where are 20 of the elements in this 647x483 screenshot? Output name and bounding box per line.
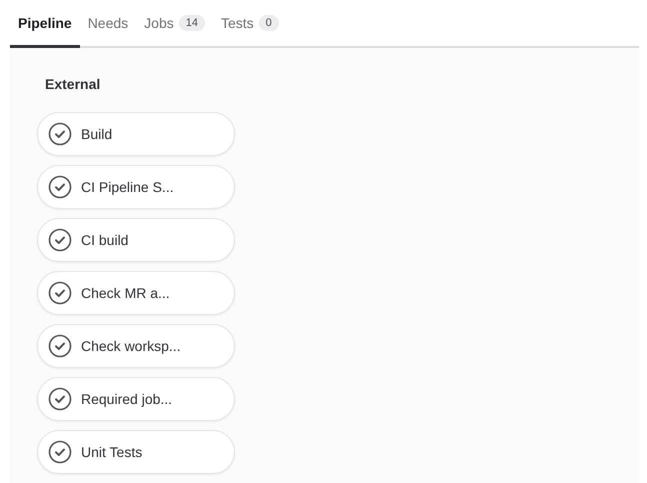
job-pill[interactable]: Check MR a... xyxy=(37,271,235,315)
job-pill[interactable]: CI build xyxy=(37,218,235,262)
tab[interactable]: Tests 0 xyxy=(212,0,287,48)
tab[interactable]: Needs xyxy=(80,0,136,48)
tab[interactable]: Jobs 14 xyxy=(136,0,213,48)
check-circle-icon xyxy=(48,175,72,199)
check-circle-icon xyxy=(48,122,72,146)
check-circle-icon xyxy=(48,228,72,252)
check-circle-icon xyxy=(48,440,72,464)
count-badge: 0 xyxy=(258,14,279,30)
check-circle-icon xyxy=(48,387,72,411)
job-pill[interactable]: Check worksp... xyxy=(37,324,235,368)
job-pill[interactable]: Unit Tests xyxy=(37,430,235,474)
job-pill[interactable]: Required job... xyxy=(37,377,235,421)
check-circle-icon xyxy=(48,281,72,305)
job-pill[interactable]: Build xyxy=(37,112,235,156)
count-badge: 14 xyxy=(178,14,205,30)
job-pill[interactable]: CI Pipeline S... xyxy=(37,165,235,209)
check-circle-icon xyxy=(48,334,72,358)
stage-title: External xyxy=(45,76,102,92)
